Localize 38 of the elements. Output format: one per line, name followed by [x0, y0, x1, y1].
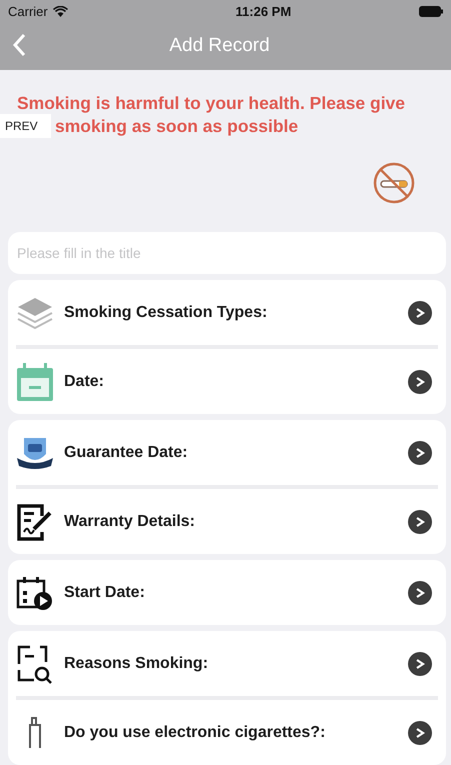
carrier-label: Carrier — [8, 4, 48, 18]
chevron-button[interactable] — [408, 440, 432, 464]
shield-badge-icon — [16, 436, 54, 470]
chevron-button[interactable] — [408, 300, 432, 324]
title-input-field[interactable]: Please fill in the title — [8, 232, 446, 274]
wifi-icon — [52, 6, 68, 16]
warning-text: smoking as soon as possible — [54, 115, 298, 137]
chevron-right-icon — [414, 658, 426, 670]
row-label: Warranty Details: — [64, 512, 196, 530]
chevron-right-icon — [414, 516, 426, 528]
row-label: Smoking Cessation Types: — [64, 304, 268, 322]
e-cigarette-icon — [29, 716, 41, 748]
row-label: Start Date: — [64, 584, 146, 602]
chevron-button[interactable] — [408, 580, 432, 604]
clock-time: 11:26 PM — [236, 4, 292, 18]
chevron-right-icon — [414, 376, 426, 388]
row-label: Date: — [64, 372, 106, 390]
page-title: Add Record — [168, 35, 271, 57]
chevron-right-icon — [414, 726, 426, 738]
layers-icon — [16, 296, 54, 330]
row-label: Guarantee Date: — [64, 444, 189, 462]
chevron-button[interactable] — [408, 370, 432, 394]
battery-icon — [418, 6, 443, 16]
chevron-right-icon — [414, 586, 426, 598]
no-smoking-icon — [373, 162, 415, 204]
chevron-button[interactable] — [408, 652, 432, 676]
chevron-right-icon — [414, 306, 426, 318]
calendar-icon — [16, 362, 54, 402]
back-chevron-icon — [12, 33, 26, 57]
document-search-icon — [16, 644, 54, 684]
warning-text: Smoking is harmful to your health. Please give — [16, 92, 406, 114]
row-label: Reasons Smoking: — [64, 654, 210, 672]
prev-label[interactable]: PREV — [0, 114, 51, 138]
chevron-right-icon — [414, 446, 426, 458]
row-label: Do you use electronic cigarettes?: — [64, 724, 326, 742]
chevron-button[interactable] — [408, 510, 432, 534]
chevron-button[interactable] — [408, 720, 432, 744]
signed-document-icon — [16, 502, 54, 542]
